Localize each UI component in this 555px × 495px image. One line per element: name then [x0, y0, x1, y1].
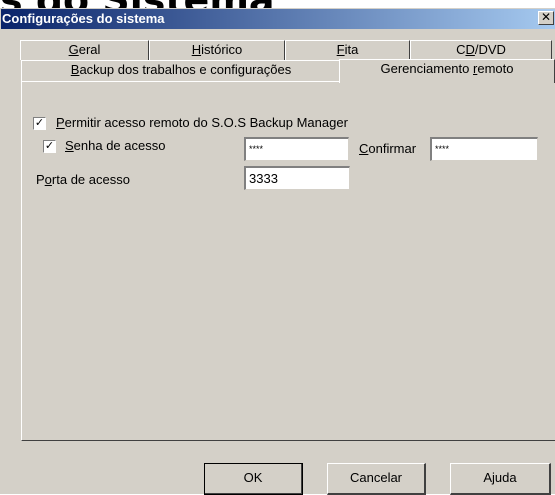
- password-label[interactable]: Senha de acesso: [65, 138, 165, 153]
- settings-dialog: Configurações do sistema ✕ Geral Históri…: [0, 8, 555, 495]
- remote-management-panel: ✓ Permitir acesso remoto do S.O.S Backup…: [21, 81, 555, 441]
- check-icon: ✓: [44, 140, 55, 152]
- tab-gerenciamento-remoto[interactable]: Gerenciamento remoto: [339, 59, 555, 83]
- tab-cd-dvd[interactable]: CD/DVD: [410, 40, 552, 60]
- tab-historico[interactable]: Histórico: [149, 40, 285, 60]
- help-button[interactable]: Ajuda: [450, 463, 551, 495]
- password-checkbox[interactable]: ✓: [43, 140, 56, 153]
- ok-button[interactable]: OK: [204, 463, 303, 495]
- cancel-button[interactable]: Cancelar: [327, 463, 426, 495]
- dialog-title-bar[interactable]: Configurações do sistema ✕: [1, 9, 555, 29]
- port-label: Porta de acesso: [36, 172, 130, 187]
- tab-backup-trabalhos[interactable]: Backup dos trabalhos e configurações: [21, 60, 341, 81]
- tab-geral[interactable]: Geral: [20, 40, 149, 60]
- remote-access-checkbox[interactable]: ✓: [33, 117, 46, 130]
- confirm-label: Confirmar: [359, 141, 417, 156]
- check-icon: ✓: [34, 117, 45, 129]
- confirm-password-field[interactable]: ****: [430, 137, 538, 161]
- port-input[interactable]: 3333: [244, 166, 350, 190]
- close-button[interactable]: ✕: [538, 11, 554, 25]
- close-icon: ✕: [540, 10, 552, 24]
- dialog-title: Configurações do sistema: [2, 11, 165, 26]
- password-field[interactable]: ****: [244, 137, 349, 161]
- remote-access-label[interactable]: Permitir acesso remoto do S.O.S Backup M…: [56, 115, 348, 130]
- tab-fita[interactable]: Fita: [285, 40, 410, 60]
